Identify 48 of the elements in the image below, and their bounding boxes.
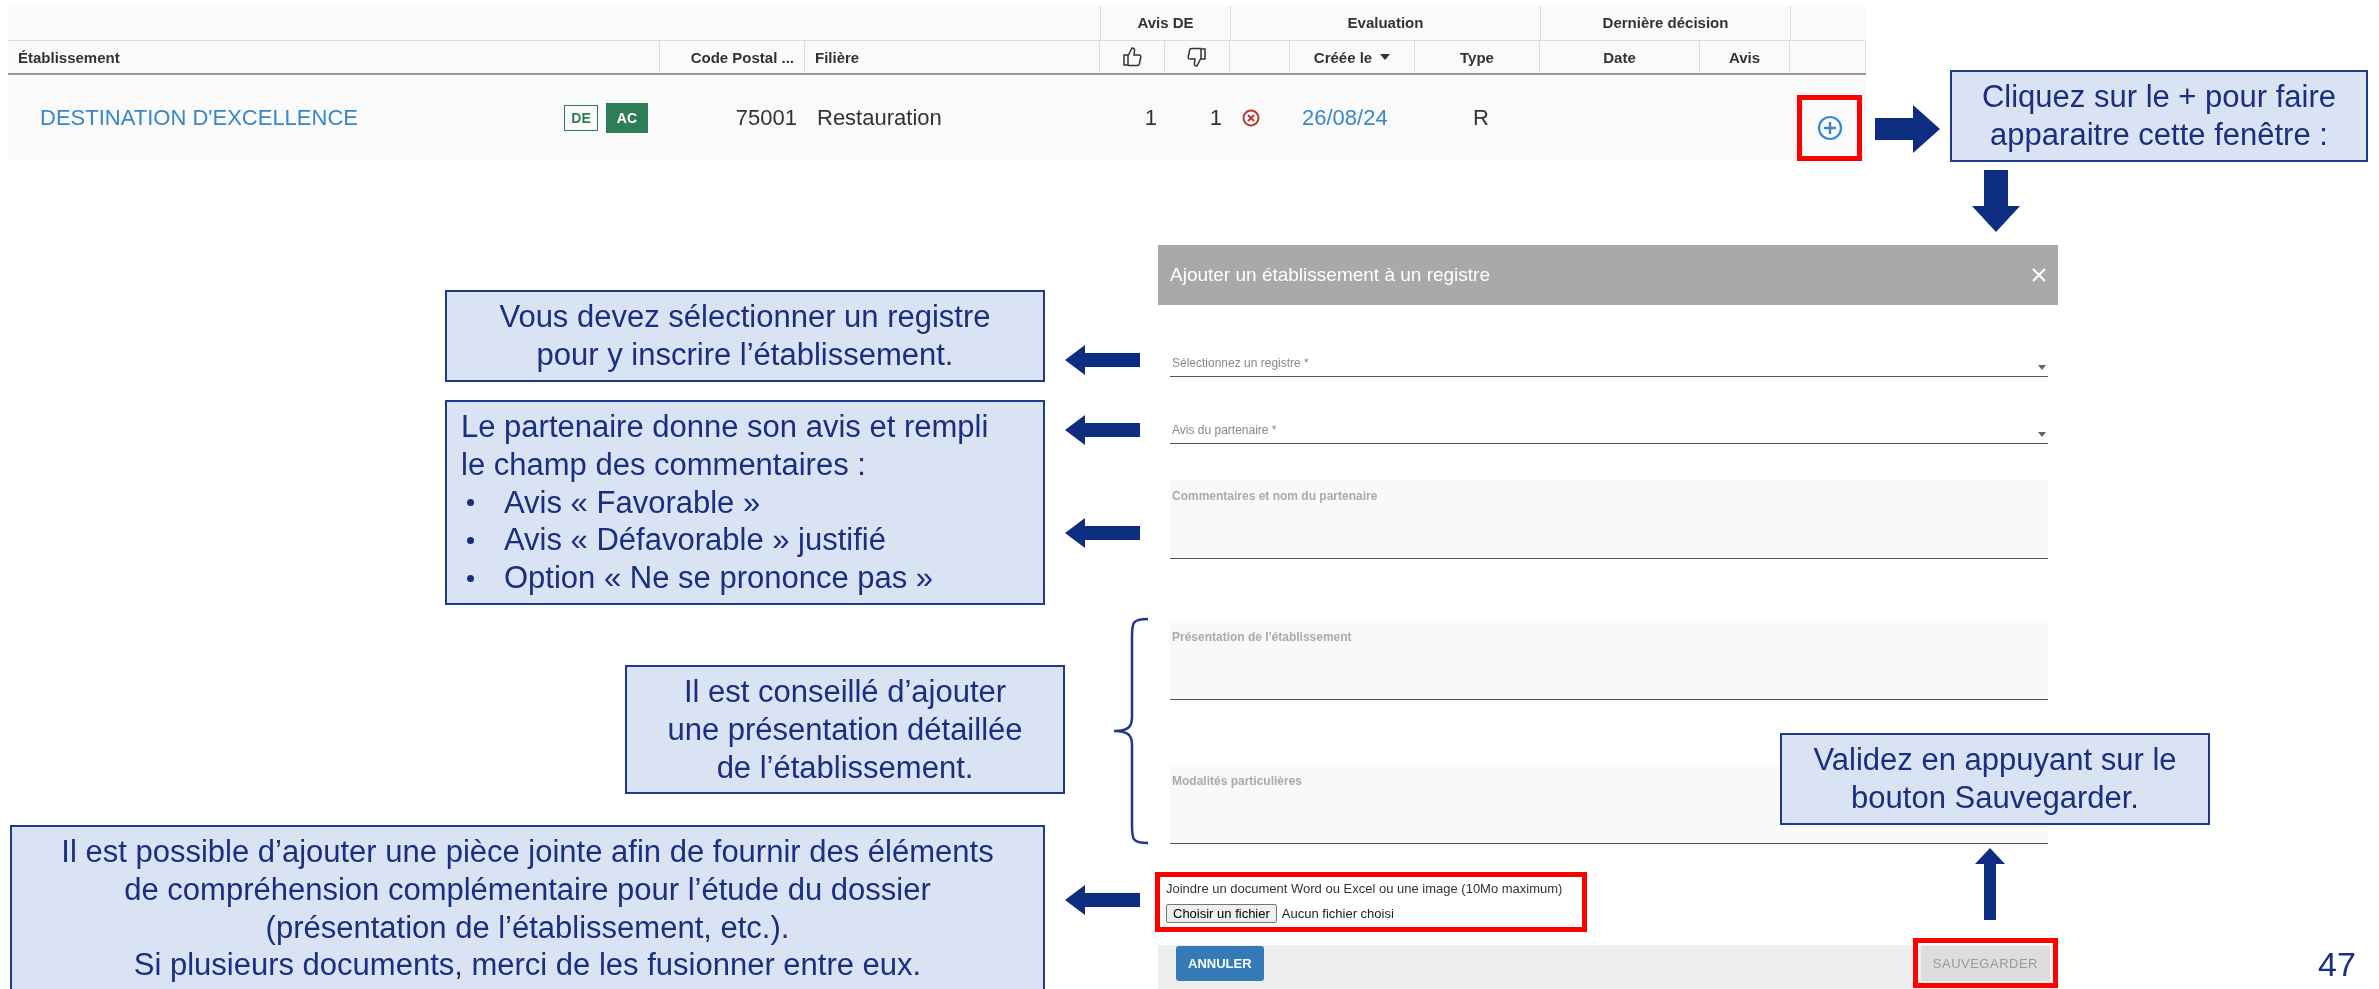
column-header[interactable]: Code Postal ... xyxy=(690,48,794,66)
establishment-link[interactable]: DESTINATION D'EXCELLENCE xyxy=(40,105,358,131)
thumbs-up-icon xyxy=(1121,46,1143,68)
status-tag: DE xyxy=(564,105,598,131)
table-cell: 1 xyxy=(1209,105,1222,131)
callout-tooltip: Cliquez sur le + pour faire apparaitre cette fenêtre : xyxy=(1950,70,2368,162)
date-link[interactable]: 26/08/24 xyxy=(1302,105,1388,131)
choose-file-button[interactable]: Choisir un fichier xyxy=(1166,904,1277,923)
table-cell: Restauration xyxy=(817,105,942,131)
column-group-header: Evaluation xyxy=(1230,5,1540,40)
bullet-icon xyxy=(467,574,474,582)
thumbs-down-icon xyxy=(1186,46,1208,68)
file-status: Aucun fichier choisi xyxy=(1281,906,1394,921)
bullet-text: Avis « Favorable » xyxy=(504,483,761,522)
column-header[interactable]: Établissement xyxy=(18,48,120,66)
table-cell: 1 xyxy=(1144,105,1157,131)
bullet-icon xyxy=(467,499,474,507)
table-cell: R xyxy=(1473,105,1489,131)
column-group-header: Dernière décision xyxy=(1540,5,1790,40)
column-header[interactable]: Filière xyxy=(815,48,860,66)
pointer-arrow xyxy=(1875,105,1940,153)
column-group-header: Avis DE xyxy=(1100,5,1230,40)
status-tag: AC xyxy=(605,103,648,133)
callout-tooltip: Il est possible d’ajouter une pièce jointe afin de fournir des éléments de compréhension complémentaire pour l’étude du dossier (présentation de l’établissement, etc.). Si plusieurs documents, merci de les fusionner entre eux. xyxy=(10,825,1045,989)
pointer-arrow xyxy=(1972,170,2020,232)
column-header[interactable]: Avis xyxy=(1728,48,1761,66)
table-cell: 75001 xyxy=(735,105,797,131)
callout-text: Le partenaire donne son avis et rempli le champ des commentaires : xyxy=(461,408,990,484)
pointer-arrow xyxy=(1975,848,2005,920)
dropdown-caret-icon[interactable] xyxy=(2038,365,2046,370)
callout-tooltip: Validez en appuyant sur le bouton Sauvegarder. xyxy=(1780,733,2210,825)
bullet-text: Avis « Défavorable » justifié xyxy=(504,521,886,560)
select-field[interactable]: Sélectionnez un registre * xyxy=(1170,347,2048,377)
cancel-button[interactable]: ANNULER xyxy=(1176,945,1264,981)
callout-tooltip: Vous devez sélectionner un registre pour y inscrire l’établissement. xyxy=(445,290,1045,382)
bullet-text: Option « Ne se prononce pas » xyxy=(504,559,934,598)
select-field[interactable]: Avis du partenaire * xyxy=(1170,414,2048,444)
page-number: 47 xyxy=(2318,945,2356,983)
callout-tooltip: Il est conseillé d’ajouter une présentation détaillée de l’établissement. xyxy=(625,665,1065,795)
attachment-label: Joindre un document Word ou Excel ou une image (10Mo maximum) xyxy=(1166,881,1564,896)
add-icon[interactable] xyxy=(1816,115,1843,141)
column-header[interactable]: Type xyxy=(1460,48,1494,66)
sort-caret-icon[interactable] xyxy=(1380,54,1391,60)
dropdown-caret-icon[interactable] xyxy=(2038,432,2046,437)
column-header[interactable]: Créée le xyxy=(1313,48,1373,66)
column-header[interactable]: Date xyxy=(1603,48,1636,66)
bullet-icon xyxy=(467,536,474,544)
dialog-title: Ajouter un établissement à un registre xyxy=(1170,264,1490,286)
